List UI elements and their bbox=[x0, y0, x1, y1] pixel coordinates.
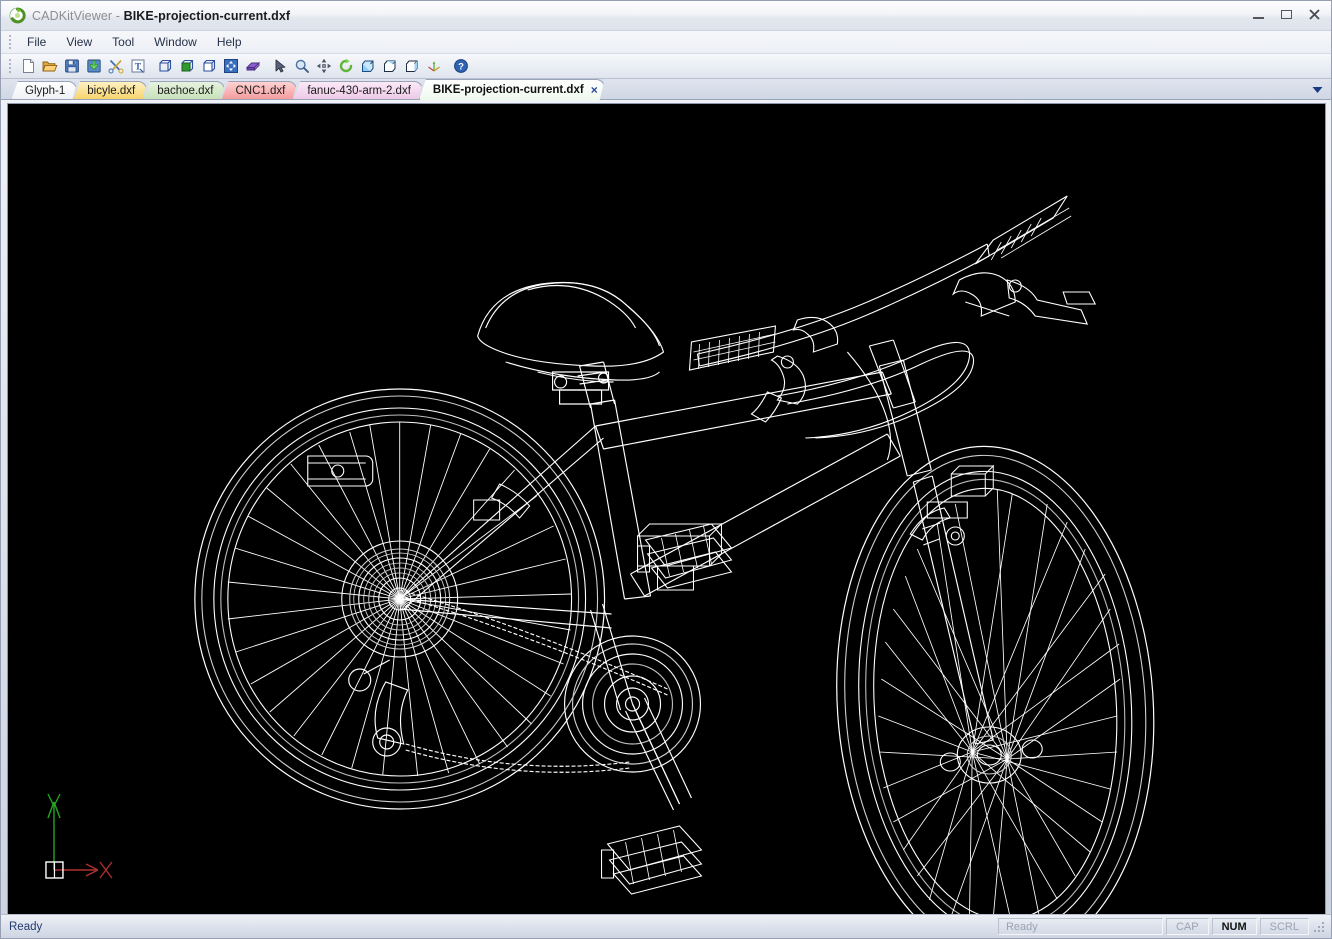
menu-item-window[interactable]: Window bbox=[144, 32, 207, 52]
menu-item-view[interactable]: View bbox=[56, 32, 102, 52]
rotate-view-button[interactable] bbox=[335, 56, 356, 77]
svg-text:?: ? bbox=[458, 62, 464, 73]
select-tool-button[interactable] bbox=[269, 56, 290, 77]
main-toolbar: T ? bbox=[1, 54, 1331, 79]
tab-cnc1-dxf[interactable]: CNC1.dxf bbox=[221, 81, 297, 100]
close-icon bbox=[1308, 9, 1320, 20]
tab-fanuc-430-arm-2-dxf[interactable]: fanuc-430-arm-2.dxf bbox=[293, 81, 423, 100]
maximize-button[interactable] bbox=[1273, 4, 1299, 25]
cad-drawing-canvas[interactable] bbox=[7, 103, 1326, 917]
text-annotation-button[interactable]: T bbox=[127, 56, 148, 77]
view-iso-icon bbox=[405, 60, 417, 72]
axis-tripod-icon bbox=[427, 61, 440, 72]
title-separator: - bbox=[112, 8, 124, 23]
menu-drag-grip[interactable] bbox=[6, 35, 13, 50]
tab-bachoe-dxf[interactable]: bachoe.dxf bbox=[143, 81, 225, 100]
view-front-icon bbox=[361, 60, 373, 72]
menu-item-tool[interactable]: Tool bbox=[102, 32, 144, 52]
view-top-button[interactable] bbox=[379, 56, 400, 77]
chevron-down-icon[interactable] bbox=[1309, 82, 1325, 98]
render-eraser-icon bbox=[245, 61, 260, 72]
hidden-line-view-button[interactable] bbox=[198, 56, 219, 77]
application-window: CADKitViewer - BIKE-projection-current.d… bbox=[0, 0, 1332, 939]
wireframe-box-icon bbox=[158, 59, 171, 72]
window-controls bbox=[1245, 4, 1327, 25]
status-message: Ready bbox=[9, 920, 43, 933]
menu-bar: File View Tool Window Help bbox=[1, 31, 1331, 54]
tools-button[interactable] bbox=[105, 56, 126, 77]
minimize-button[interactable] bbox=[1245, 4, 1271, 25]
fit-to-window-icon bbox=[223, 59, 238, 73]
title-bar: CADKitViewer - BIKE-projection-current.d… bbox=[1, 1, 1331, 31]
hidden-line-box-icon bbox=[202, 59, 215, 72]
bicycle-wireframe-drawing bbox=[8, 104, 1325, 916]
svg-text:T: T bbox=[134, 62, 140, 72]
view-top-icon bbox=[383, 60, 395, 72]
tab-label: bicyle.dxf bbox=[87, 85, 136, 97]
save-disk-icon bbox=[64, 59, 79, 73]
tab-label: fanuc-430-arm-2.dxf bbox=[307, 85, 411, 97]
status-bar: Ready Ready CAP NUM SCRL bbox=[1, 914, 1331, 938]
help-button[interactable]: ? bbox=[450, 56, 471, 77]
status-pane-cap: CAP bbox=[1165, 918, 1209, 935]
shaded-view-button[interactable] bbox=[176, 56, 197, 77]
tab-close-icon[interactable]: × bbox=[591, 84, 598, 96]
pan-tool-button[interactable] bbox=[313, 56, 334, 77]
green-swirl-logo-icon bbox=[9, 7, 26, 24]
app-name-text: CADKitViewer bbox=[32, 8, 113, 23]
status-pane-num: NUM bbox=[1211, 918, 1257, 935]
export-button[interactable] bbox=[83, 56, 104, 77]
tools-scissors-icon bbox=[108, 59, 123, 74]
close-button[interactable] bbox=[1301, 4, 1327, 25]
fit-to-window-button[interactable] bbox=[220, 56, 241, 77]
new-file-button[interactable] bbox=[17, 56, 38, 77]
shaded-box-icon bbox=[181, 59, 193, 72]
axis-tripod-button[interactable] bbox=[423, 56, 444, 77]
open-folder-icon bbox=[41, 61, 57, 72]
window-title: CADKitViewer - BIKE-projection-current.d… bbox=[32, 9, 290, 23]
tab-label: CNC1.dxf bbox=[235, 85, 286, 97]
export-download-icon bbox=[86, 59, 101, 73]
wireframe-view-button[interactable] bbox=[154, 56, 175, 77]
toolbar-drag-grip[interactable] bbox=[6, 59, 13, 74]
tab-label: BIKE-projection-current.dxf bbox=[432, 84, 584, 96]
menu-item-file[interactable]: File bbox=[17, 32, 56, 52]
document-name-text: BIKE-projection-current.dxf bbox=[123, 8, 291, 23]
new-file-icon bbox=[22, 59, 34, 73]
view-iso-button[interactable] bbox=[401, 56, 422, 77]
zoom-tool-button[interactable] bbox=[291, 56, 312, 77]
tab-bicyle-dxf[interactable]: bicyle.dxf bbox=[73, 81, 147, 100]
status-pane-scrl: SCRL bbox=[1259, 918, 1309, 935]
tab-bike-projection-current-dxf[interactable]: BIKE-projection-current.dxf × bbox=[419, 79, 605, 100]
text-annotation-icon: T bbox=[131, 59, 144, 73]
open-folder-button[interactable] bbox=[39, 56, 60, 77]
select-arrow-icon bbox=[275, 59, 285, 73]
tab-label: Glyph-1 bbox=[25, 85, 66, 97]
help-question-icon: ? bbox=[453, 59, 468, 73]
pan-move-icon bbox=[316, 58, 331, 74]
render-button[interactable] bbox=[242, 56, 263, 77]
minimize-icon bbox=[1252, 17, 1264, 19]
tab-label: bachoe.dxf bbox=[157, 85, 214, 97]
status-pane-ready: Ready bbox=[997, 918, 1163, 935]
menu-item-help[interactable]: Help bbox=[207, 32, 252, 52]
resize-grip-icon[interactable] bbox=[1312, 919, 1328, 935]
canvas-background bbox=[8, 104, 1325, 916]
rotate-view-icon bbox=[339, 58, 352, 73]
tab-glyph-1[interactable]: Glyph-1 bbox=[11, 81, 77, 100]
zoom-magnifier-icon bbox=[295, 59, 309, 73]
view-front-button[interactable] bbox=[357, 56, 378, 77]
maximize-icon bbox=[1280, 10, 1292, 19]
document-tab-bar: Glyph-1 bicyle.dxf bachoe.dxf CNC1.dxf f… bbox=[1, 79, 1331, 100]
save-button[interactable] bbox=[61, 56, 82, 77]
